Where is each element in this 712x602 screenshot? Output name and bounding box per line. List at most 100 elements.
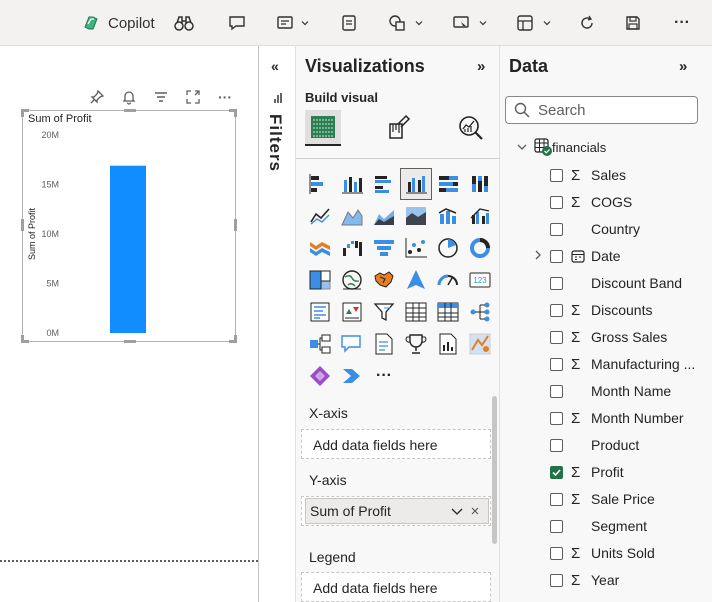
refresh-button[interactable]: [579, 11, 595, 35]
resize-handle-tr-v[interactable]: [234, 109, 237, 117]
resize-handle-bottom[interactable]: [124, 340, 136, 343]
line-chart-icon[interactable]: [304, 200, 336, 232]
tab-analytics[interactable]: [453, 110, 489, 146]
binoculars-button[interactable]: [174, 11, 194, 35]
field-row-month-number[interactable]: Σ Month Number: [534, 407, 712, 429]
shapes-dropdown[interactable]: [388, 11, 424, 35]
filters-collapse-button[interactable]: «: [271, 58, 279, 74]
checkbox[interactable]: [550, 384, 563, 398]
pie-chart-icon[interactable]: [432, 232, 464, 264]
ribbon-chart-icon[interactable]: [304, 232, 336, 264]
alert-button[interactable]: [118, 88, 140, 106]
clustered-column-chart-icon[interactable]: [400, 168, 432, 200]
table-icon[interactable]: [400, 296, 432, 328]
field-row-sales[interactable]: Σ Sales: [534, 164, 712, 186]
checkbox[interactable]: [550, 438, 563, 452]
field-row-country[interactable]: Country: [534, 218, 712, 240]
resize-handle-left[interactable]: [21, 219, 24, 231]
resize-handle-right[interactable]: [234, 219, 237, 231]
field-row-units-sold[interactable]: Σ Units Sold: [534, 542, 712, 564]
card-icon[interactable]: 123: [464, 264, 496, 296]
power-apps-icon[interactable]: [304, 360, 336, 392]
donut-chart-icon[interactable]: [464, 232, 496, 264]
decomposition-tree-icon[interactable]: [464, 296, 496, 328]
waterfall-chart-icon[interactable]: [336, 232, 368, 264]
checkbox[interactable]: [550, 357, 563, 371]
layout-dropdown[interactable]: [516, 11, 552, 35]
checkbox[interactable]: [550, 546, 563, 560]
present-dropdown[interactable]: [452, 11, 488, 35]
clustered-bar-chart-icon[interactable]: [368, 168, 400, 200]
checkbox-checked[interactable]: [550, 465, 563, 479]
checkbox[interactable]: [550, 249, 563, 263]
focus-mode-button[interactable]: [182, 88, 204, 106]
field-row-manufacturing[interactable]: Σ Manufacturing ...: [534, 353, 712, 375]
azure-map-icon[interactable]: [400, 264, 432, 296]
line-and-clustered-column-chart-icon[interactable]: [464, 200, 496, 232]
area-chart-icon[interactable]: [336, 200, 368, 232]
multi-row-card-icon[interactable]: [304, 296, 336, 328]
checkbox[interactable]: [550, 411, 563, 425]
map-icon[interactable]: [336, 264, 368, 296]
scatter-chart-icon[interactable]: [400, 232, 432, 264]
more-visuals-button[interactable]: ···: [368, 360, 400, 392]
chevron-right-icon[interactable]: [534, 250, 550, 263]
yaxis-field-chip[interactable]: Sum of Profit: [305, 498, 489, 524]
slicer-icon[interactable]: [368, 296, 400, 328]
fields-scrollbar[interactable]: [492, 396, 497, 544]
field-row-product[interactable]: Product: [534, 434, 712, 456]
comment-button[interactable]: [228, 11, 246, 35]
field-row-cogs[interactable]: Σ COGS: [534, 191, 712, 213]
data-collapse-button[interactable]: »: [679, 58, 687, 75]
filled-map-icon[interactable]: [368, 264, 400, 296]
treemap-icon[interactable]: [304, 264, 336, 296]
checkbox[interactable]: [550, 492, 563, 506]
100-stacked-column-chart-icon[interactable]: [464, 168, 496, 200]
checkbox[interactable]: [550, 222, 563, 236]
checkbox[interactable]: [550, 519, 563, 533]
save-button[interactable]: [624, 11, 642, 35]
page-button[interactable]: [340, 11, 358, 35]
100-stacked-area-chart-icon[interactable]: [400, 200, 432, 232]
field-row-profit[interactable]: Σ Profit: [534, 461, 712, 483]
textbox-dropdown[interactable]: [276, 11, 310, 35]
azure-maps-icon[interactable]: [464, 328, 496, 360]
legend-drop-zone[interactable]: Add data fields here: [301, 572, 491, 602]
field-row-year[interactable]: Σ Year: [534, 569, 712, 591]
xaxis-drop-zone[interactable]: Add data fields here: [301, 429, 491, 459]
resize-handle-br-v[interactable]: [234, 335, 237, 343]
stacked-bar-chart-icon[interactable]: [304, 168, 336, 200]
checkbox[interactable]: [550, 195, 563, 209]
tab-build-visual[interactable]: [305, 110, 341, 146]
smart-narrative-icon[interactable]: [368, 328, 400, 360]
tab-format-visual[interactable]: [380, 110, 416, 146]
visualizations-collapse-button[interactable]: »: [477, 58, 485, 75]
filters-pane[interactable]: « Filters: [258, 46, 296, 602]
field-row-month-name[interactable]: Month Name: [534, 380, 712, 402]
checkbox[interactable]: [550, 330, 563, 344]
pin-visual-button[interactable]: [86, 88, 108, 106]
data-search-input[interactable]: Search: [505, 96, 698, 124]
checkbox[interactable]: [550, 168, 563, 182]
resize-handle-tl-v[interactable]: [21, 109, 24, 117]
paginated-report-icon[interactable]: [432, 328, 464, 360]
field-row-discount-band[interactable]: Discount Band: [534, 272, 712, 294]
100-stacked-bar-chart-icon[interactable]: [432, 168, 464, 200]
gauge-icon[interactable]: [432, 264, 464, 296]
key-influencers-icon[interactable]: [304, 328, 336, 360]
report-canvas[interactable]: ··· Sum of Profit 0M 5M 10M 15M 20M Sum of Pr…: [0, 46, 258, 602]
checkbox[interactable]: [550, 276, 563, 290]
stacked-area-chart-icon[interactable]: [368, 200, 400, 232]
visual-more-options[interactable]: ···: [214, 88, 236, 106]
copilot-button[interactable]: Copilot: [82, 11, 155, 35]
resize-handle-top[interactable]: [124, 109, 136, 112]
matrix-icon[interactable]: [432, 296, 464, 328]
field-row-gross-sales[interactable]: Σ Gross Sales: [534, 326, 712, 348]
field-row-segment[interactable]: Segment: [534, 515, 712, 537]
goals-icon[interactable]: [400, 328, 432, 360]
stacked-column-chart-icon[interactable]: [336, 168, 368, 200]
kpi-icon[interactable]: [336, 296, 368, 328]
column-chart-visual[interactable]: Sum of Profit 0M 5M 10M 15M 20M Sum of Profit: [21, 109, 237, 343]
checkbox[interactable]: [550, 573, 563, 587]
table-node-financials[interactable]: financials: [516, 138, 606, 156]
